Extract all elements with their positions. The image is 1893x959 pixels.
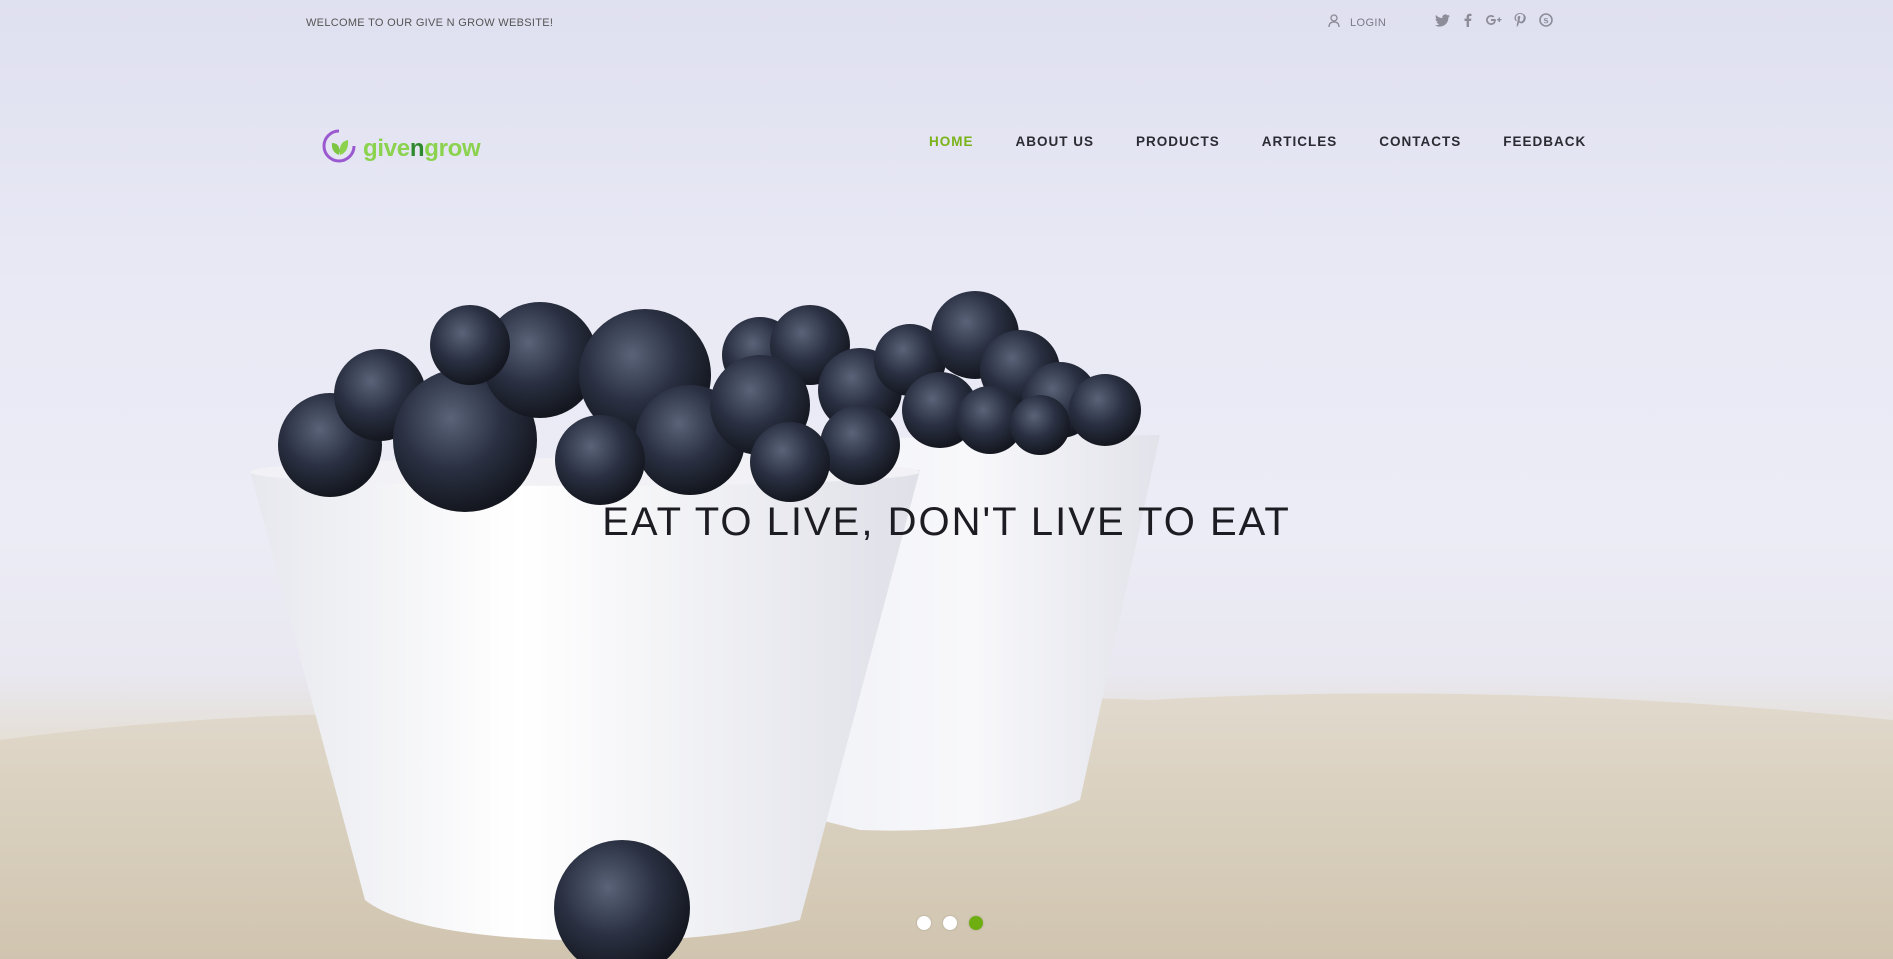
login-link[interactable]: LOGIN bbox=[1328, 14, 1386, 31]
hero-headline: EAT TO LIVE, DON'T LIVE TO EAT bbox=[602, 500, 1291, 544]
nav-articles[interactable]: ARTICLES bbox=[1262, 134, 1338, 149]
nav-feedback[interactable]: FEEDBACK bbox=[1503, 134, 1586, 149]
twitter-icon[interactable] bbox=[1434, 12, 1450, 28]
skype-icon[interactable] bbox=[1538, 12, 1554, 28]
user-icon bbox=[1328, 14, 1340, 31]
welcome-message: WELCOME TO OUR GIVE N GROW WEBSITE! bbox=[306, 17, 554, 29]
slider-dots bbox=[917, 916, 983, 930]
social-links bbox=[1434, 12, 1554, 28]
nav-home[interactable]: HOME bbox=[929, 134, 974, 149]
site-logo[interactable]: givengrow bbox=[321, 128, 481, 169]
facebook-icon[interactable] bbox=[1460, 12, 1476, 28]
leaf-logo-icon bbox=[321, 128, 357, 169]
nav-products[interactable]: PRODUCTS bbox=[1136, 134, 1220, 149]
slider-dot-2[interactable] bbox=[943, 916, 957, 930]
nav-about-us[interactable]: ABOUT US bbox=[1016, 134, 1095, 149]
logo-text: givengrow bbox=[363, 134, 481, 162]
pinterest-icon[interactable] bbox=[1512, 12, 1528, 28]
slider-dot-3[interactable] bbox=[969, 916, 983, 930]
google-plus-icon[interactable] bbox=[1486, 12, 1502, 28]
login-label: LOGIN bbox=[1350, 16, 1387, 29]
main-nav: HOME ABOUT US PRODUCTS ARTICLES CONTACTS… bbox=[929, 134, 1628, 149]
slider-dot-1[interactable] bbox=[917, 916, 931, 930]
nav-contacts[interactable]: CONTACTS bbox=[1379, 134, 1461, 149]
